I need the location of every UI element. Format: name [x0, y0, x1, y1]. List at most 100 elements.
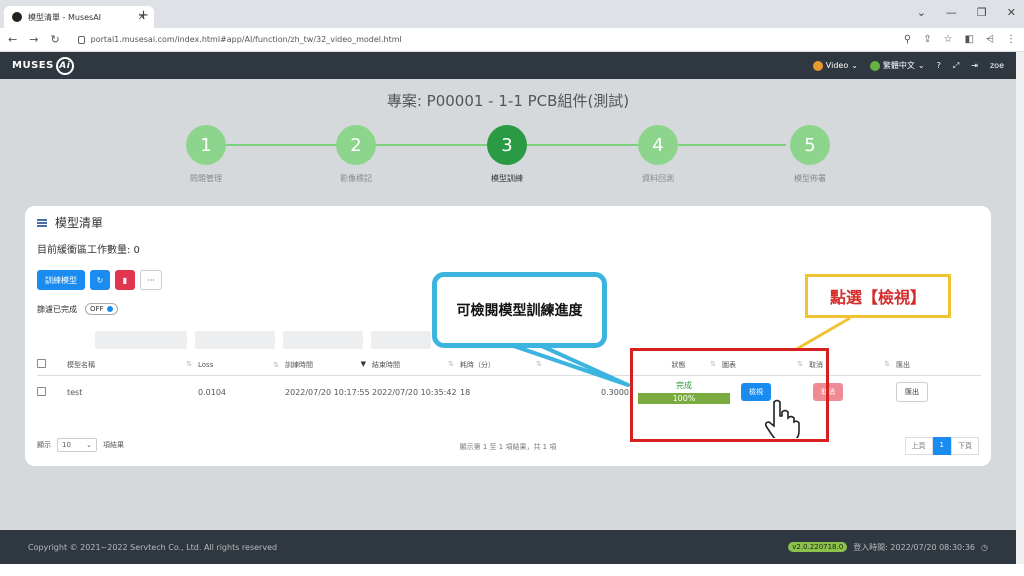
prev-page-button[interactable]: 上頁	[904, 437, 933, 455]
clock-icon: ◷	[981, 542, 988, 552]
table-header: 模型名稱 ⇅ Loss ⇅ 訓練時間 ▼ 結束時間 ⇅ 耗時（分） ⇅ 狀態 ⇅ 圖表 ⇅ 取…	[37, 354, 981, 376]
refresh-button[interactable]: ↻	[90, 270, 110, 290]
chevron-down-icon: ⌄	[851, 61, 858, 70]
logo-ai-badge: Ai	[55, 56, 74, 75]
train-model-button[interactable]: 訓練模型	[37, 270, 85, 290]
zoom-icon[interactable]: ⚲	[904, 34, 911, 45]
address-bar: ← → ↻ portal1.musesai.com/index.html#app…	[0, 28, 1024, 52]
delete-button[interactable]: ▮	[115, 270, 135, 290]
reload-button[interactable]: ↻	[50, 33, 59, 46]
cell-loss: 0.0104	[198, 387, 226, 397]
header-text: 耗時（分）	[460, 360, 495, 369]
header-export[interactable]: 匯出	[896, 360, 961, 370]
footer-right: v2.0.220718.0 登入時間: 2022/07/20 08:30:36 …	[788, 542, 988, 553]
step-wizard: 1 問題管理 2 影像標記 3 模型訓練 4 資料回測 5 模型佈署	[186, 125, 830, 185]
select-all-checkbox[interactable]	[37, 359, 46, 368]
step-2[interactable]: 2 影像標記	[326, 125, 386, 184]
sort-icon: ⇅	[186, 359, 192, 368]
export-button[interactable]: 匯出	[896, 382, 928, 402]
toggle-knob	[106, 306, 113, 312]
sort-icon: ⇅	[536, 359, 542, 368]
step-3[interactable]: 3 模型訓練	[477, 125, 537, 184]
header-text: 模型名稱	[67, 360, 95, 369]
header-loss[interactable]: Loss ⇅	[198, 361, 285, 369]
version-badge: v2.0.220718.0	[788, 542, 848, 552]
logo-text: MUSES	[12, 60, 54, 71]
table-row: test 0.0104 2022/07/20 10:17:55 2022/07/…	[37, 376, 981, 408]
cell-end-time: 2022/07/20 10:35:42	[372, 387, 457, 397]
sidepanel-icon[interactable]: ◧	[965, 34, 974, 45]
pagination: 上頁 1 下頁	[904, 437, 979, 455]
card-title-text: 模型清單	[55, 216, 104, 230]
language-menu[interactable]: 繁體中文 ⌄	[869, 60, 925, 71]
back-button[interactable]: ←	[8, 33, 17, 46]
header-model-name[interactable]: 模型名稱 ⇅	[67, 360, 198, 370]
next-page-button[interactable]: 下頁	[951, 437, 979, 455]
video-menu[interactable]: Video ⌄	[812, 60, 858, 71]
url-text: portal1.musesai.com/index.html#app/AI/fu…	[90, 35, 402, 44]
star-icon[interactable]: ☆	[944, 34, 953, 45]
browser-tab[interactable]: 模型清單 - MusesAI ✕	[4, 6, 154, 28]
refresh-icon: ↻	[96, 275, 104, 285]
filter-input[interactable]	[195, 331, 275, 349]
chevron-down-icon[interactable]: ⌄	[917, 6, 926, 19]
model-table: 模型名稱 ⇅ Loss ⇅ 訓練時間 ▼ 結束時間 ⇅ 耗時（分） ⇅ 狀態 ⇅ 圖表 ⇅ 取…	[37, 354, 981, 408]
window-controls: ⌄ — ❐ ✕	[917, 6, 1016, 19]
share-icon[interactable]: ⇪	[923, 34, 931, 45]
profile-icon[interactable]: ⩤	[986, 34, 994, 45]
chevron-down-icon: ⌄	[917, 61, 925, 70]
filter-input[interactable]	[95, 331, 187, 349]
step-label: 模型佈署	[794, 174, 826, 183]
step-label: 問題管理	[190, 174, 222, 183]
sort-icon: ⇅	[273, 360, 279, 369]
filter-completed: 篩濾已完成 OFF	[37, 303, 118, 315]
filter-toggle[interactable]: OFF	[85, 303, 118, 315]
copyright-text: Copyright © 2021~2022 Servtech Co., Ltd.…	[28, 542, 278, 552]
cell-train-time: 2022/07/20 10:17:55	[285, 387, 370, 397]
sort-icon: ⇅	[448, 359, 454, 368]
row-checkbox[interactable]	[37, 386, 46, 396]
cell-export: 匯出	[896, 382, 961, 402]
header-text: 訓練時間	[285, 360, 313, 369]
step-circle: 5	[790, 125, 830, 165]
sort-icon: ⇅	[884, 359, 890, 368]
new-tab-button[interactable]: +	[138, 8, 149, 23]
header-train-time[interactable]: 訓練時間 ▼	[285, 360, 372, 370]
maximize-button[interactable]: ❐	[977, 6, 987, 19]
header-end-time[interactable]: 結束時間 ⇅	[372, 360, 460, 370]
forward-button[interactable]: →	[29, 33, 38, 46]
url-field[interactable]: portal1.musesai.com/index.html#app/AI/fu…	[77, 35, 892, 44]
filter-input[interactable]	[283, 331, 363, 349]
logout-icon[interactable]: ⇥	[971, 61, 978, 70]
list-icon	[37, 218, 47, 227]
view-callout: 點選【檢視】	[805, 274, 951, 318]
fullscreen-icon[interactable]: ⤢	[953, 61, 959, 71]
step-label: 影像標記	[340, 174, 372, 183]
page-info: 顯示第 1 至 1 項結果，共 1 項	[459, 443, 557, 451]
cell-model-name: test	[67, 387, 83, 397]
step-4[interactable]: 4 資料回測	[628, 125, 688, 184]
menu-icon[interactable]: ⋮	[1006, 34, 1016, 45]
username[interactable]: zoe	[990, 61, 1004, 70]
filter-input[interactable]	[371, 331, 431, 349]
step-5[interactable]: 5 模型佈署	[780, 125, 840, 184]
close-window-button[interactable]: ✕	[1007, 6, 1016, 19]
step-1[interactable]: 1 問題管理	[176, 125, 236, 184]
page-1-button[interactable]: 1	[932, 437, 951, 455]
more-button[interactable]: ···	[140, 270, 162, 290]
header-duration[interactable]: 耗時（分） ⇅	[460, 360, 548, 370]
page-bottom-edge	[0, 564, 1024, 576]
minimize-button[interactable]: —	[946, 6, 957, 19]
tab-title: 模型清單 - MusesAI	[28, 12, 102, 22]
page-scrollbar[interactable]	[1016, 52, 1024, 564]
toggle-state: OFF	[90, 305, 104, 313]
app-navbar: MUSES Ai Video ⌄ 繁體中文 ⌄ ? ⤢ ⇥ zoe	[0, 52, 1016, 79]
cell-duration: 18	[460, 387, 471, 397]
cell-score: 0.3000	[601, 387, 629, 397]
musesai-logo[interactable]: MUSES Ai	[12, 56, 74, 75]
header-text: 匯出	[896, 360, 910, 369]
help-icon[interactable]: ?	[937, 61, 941, 70]
favicon-icon	[12, 12, 22, 22]
app-navbar-right: Video ⌄ 繁體中文 ⌄ ? ⤢ ⇥ zoe	[812, 60, 1004, 71]
lock-icon	[77, 35, 85, 44]
